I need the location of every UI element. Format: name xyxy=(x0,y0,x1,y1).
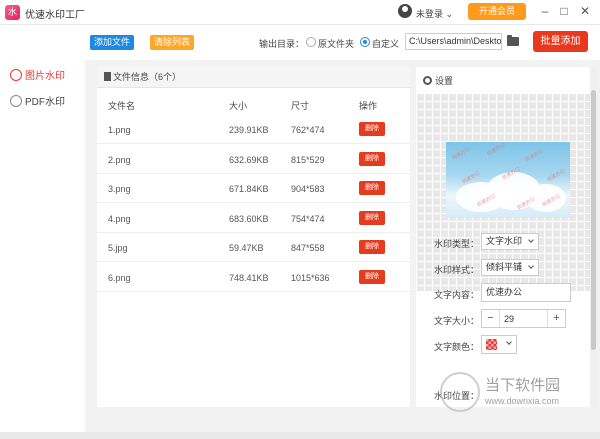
app-title: 优速水印工厂 xyxy=(25,10,85,21)
user-icon[interactable] xyxy=(398,4,412,18)
file-dimension: 815*529 xyxy=(291,154,325,165)
file-dimension: 1015*636 xyxy=(291,272,330,283)
increment-button[interactable]: + xyxy=(547,310,565,327)
watermark-style-label: 水印样式： xyxy=(434,265,480,275)
file-size: 671.84KB xyxy=(229,184,269,194)
file-size: 239.91KB xyxy=(229,125,269,135)
pdf-watermark-icon xyxy=(10,95,22,107)
radio-custom-label[interactable]: 自定义 xyxy=(372,37,399,50)
chevron-down-icon xyxy=(506,339,512,345)
watermark-type-select[interactable]: 文字水印 xyxy=(481,233,539,250)
table-row: 3.png 671.84KB 904*583 删除 xyxy=(97,174,410,203)
watermark-style-value: 倾斜平铺 xyxy=(486,262,523,272)
column-header-size: 大小 xyxy=(229,101,248,111)
close-button[interactable]: ✕ xyxy=(577,3,593,19)
radio-source-folder-label[interactable]: 原文件夹 xyxy=(318,37,354,50)
watermark-style-select[interactable]: 倾斜平铺 xyxy=(481,259,539,276)
file-size: 632.69KB xyxy=(229,154,269,165)
text-content-label: 文字内容： xyxy=(434,290,480,300)
sidebar-item-label: PDF水印 xyxy=(25,97,65,108)
site-watermark-name: 当下软件园 xyxy=(485,377,561,394)
sidebar-item-pdf-watermark[interactable]: PDF水印 xyxy=(10,94,80,112)
file-size: 59.47KB xyxy=(229,243,264,253)
add-file-button[interactable]: 添加文件 xyxy=(90,35,134,50)
column-header-dimension: 尺寸 xyxy=(291,101,310,111)
folder-icon[interactable] xyxy=(507,35,519,46)
document-icon xyxy=(104,72,111,81)
file-count-label: 文件信息（6个） xyxy=(113,72,182,82)
preview-watermark-text: 优速办公 xyxy=(451,146,472,162)
table-row: 6.png 748.41KB 1015*636 删除 xyxy=(97,263,410,292)
delete-button[interactable]: 删除 xyxy=(359,122,385,136)
site-watermark-url: www.downxia.com xyxy=(485,396,560,406)
text-content-input[interactable]: 优速办公 xyxy=(481,283,571,302)
table-row: 1.png 239.91KB 762*474 删除 xyxy=(97,115,410,144)
column-header-action: 操作 xyxy=(359,101,378,111)
file-dimension: 754*474 xyxy=(291,213,325,224)
text-color-picker[interactable] xyxy=(481,335,517,354)
batch-add-button[interactable]: 批量添加 xyxy=(533,31,588,52)
login-status[interactable]: 未登录 ⌄ xyxy=(416,7,453,20)
output-dir-label: 输出目录： xyxy=(259,39,305,49)
radio-custom[interactable] xyxy=(360,37,370,47)
file-dimension: 904*583 xyxy=(291,184,325,194)
site-watermark: 当下软件园 www.downxia.com xyxy=(440,372,590,412)
chevron-down-icon xyxy=(528,263,534,269)
text-color-label: 文字颜色： xyxy=(434,342,480,352)
site-logo-icon xyxy=(440,372,480,412)
delete-button[interactable]: 删除 xyxy=(359,181,385,195)
text-size-stepper[interactable]: − 29 + xyxy=(481,309,566,328)
color-swatch xyxy=(486,339,497,350)
open-vip-button[interactable]: 开通会员 xyxy=(468,3,526,20)
sidebar-item-label: 图片水印 xyxy=(25,71,65,82)
preview-watermark-text: 优速办公 xyxy=(486,142,507,158)
settings-panel: 设置 优速办公 优速办公 优速办公 优速办公 优速办公 优速办公 优速办公 优速办公 优速办公 … xyxy=(416,67,590,407)
preview-image: 优速办公 优速办公 优速办公 优速办公 优速办公 优速办公 优速办公 优速办公 优速办公 xyxy=(446,142,570,218)
table-row: 4.png 683.60KB 754*474 删除 xyxy=(97,204,410,233)
column-header-name: 文件名 xyxy=(108,101,136,111)
image-watermark-icon xyxy=(10,69,22,81)
watermark-type-label: 水印类型： xyxy=(434,239,480,249)
chevron-down-icon xyxy=(528,237,534,243)
file-name: 5.jpg xyxy=(108,243,128,253)
file-size: 683.60KB xyxy=(229,213,269,224)
radio-source-folder[interactable] xyxy=(306,37,316,47)
watermark-type-value: 文字水印 xyxy=(486,236,523,246)
decrement-button[interactable]: − xyxy=(482,310,500,327)
preview-watermark-text: 优速办公 xyxy=(524,148,545,164)
table-row: 5.jpg 59.47KB 847*558 删除 xyxy=(97,233,410,262)
file-list-header: 文件信息（6个） xyxy=(97,67,410,88)
delete-button[interactable]: 删除 xyxy=(359,151,385,166)
file-dimension: 847*558 xyxy=(291,243,325,253)
app-logo-icon: 水 xyxy=(5,5,20,20)
sidebar-item-image-watermark[interactable]: 图片水印 xyxy=(10,68,80,86)
file-name: 1.png xyxy=(108,125,131,135)
file-name: 3.png xyxy=(108,184,131,194)
preview-watermark-text: 优速办公 xyxy=(546,168,567,184)
gear-icon xyxy=(423,76,432,85)
settings-title: 设置 xyxy=(423,74,453,87)
file-size: 748.41KB xyxy=(229,272,269,283)
file-name: 4.png xyxy=(108,213,131,224)
file-dimension: 762*474 xyxy=(291,125,325,135)
output-path-input[interactable]: C:\Users\admin\Deskto xyxy=(405,33,502,50)
maximize-button[interactable]: □ xyxy=(556,3,572,19)
minimize-button[interactable]: – xyxy=(537,3,553,19)
settings-title-label: 设置 xyxy=(435,76,454,86)
delete-button[interactable]: 删除 xyxy=(359,269,385,284)
delete-button[interactable]: 删除 xyxy=(359,210,385,225)
status-bar xyxy=(0,432,600,439)
text-size-value: 29 xyxy=(504,314,515,324)
file-name: 6.png xyxy=(108,272,131,283)
delete-button[interactable]: 删除 xyxy=(359,240,385,254)
scrollbar-thumb[interactable] xyxy=(591,90,596,350)
clear-list-button[interactable]: 清除列表 xyxy=(150,35,194,50)
table-row: 2.png 632.69KB 815*529 删除 xyxy=(97,145,410,174)
text-size-label: 文字大小： xyxy=(434,316,480,326)
file-name: 2.png xyxy=(108,154,131,165)
title-bar: 水 优速水印工厂 未登录 ⌄ 开通会员 – □ ✕ xyxy=(0,0,600,25)
